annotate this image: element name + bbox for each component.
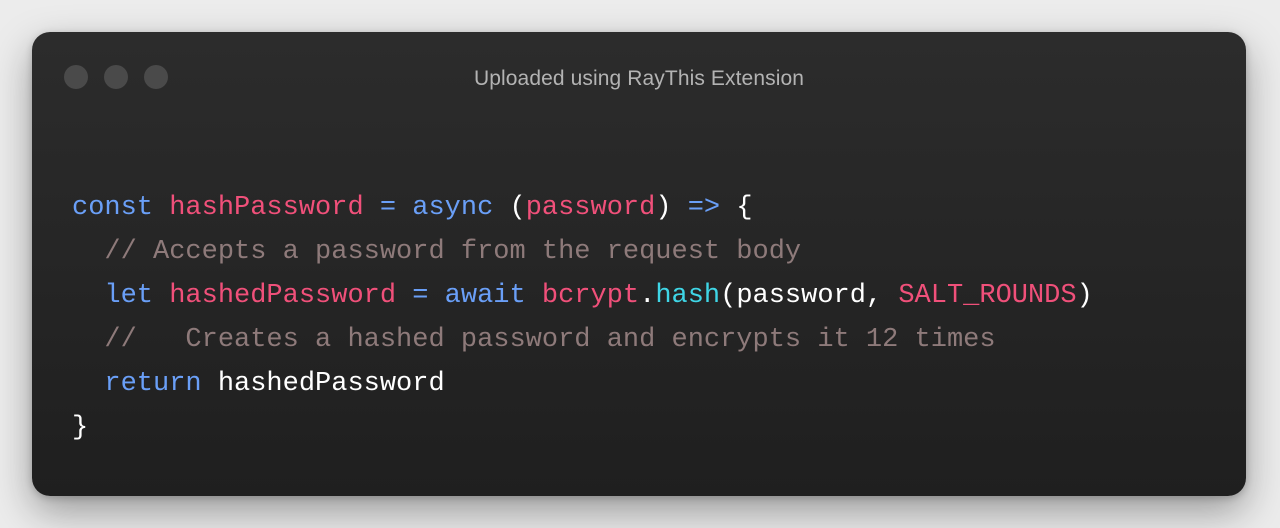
variable-name: hashedPassword (169, 281, 397, 311)
keyword-return: return (104, 369, 202, 399)
call-args: (password, (720, 281, 899, 311)
operator-arrow: => (687, 193, 721, 223)
comment: // Accepts a password from the request b… (104, 237, 802, 267)
code-line-6: } (72, 406, 1093, 450)
method-name: hash (655, 281, 721, 311)
code-line-4: // Creates a hashed password and encrypt… (72, 318, 1093, 362)
keyword-await: await (444, 281, 526, 311)
member-dot: . (639, 281, 656, 311)
operator-assign: = (412, 281, 429, 311)
return-value: hashedPassword (217, 369, 445, 399)
paren-open: ( (509, 193, 526, 223)
brace-close: } (72, 413, 89, 443)
operator-assign: = (379, 193, 397, 223)
call-close: ) (1076, 281, 1093, 311)
object-name: bcrypt (541, 281, 640, 311)
window-title: Uploaded using RayThis Extension (473, 67, 805, 90)
constant-arg: SALT_ROUNDS (898, 281, 1077, 311)
parameter: password (525, 193, 656, 223)
keyword-const: const (72, 193, 154, 223)
comment: // Creates a hashed password and encrypt… (104, 325, 996, 355)
code-window: Uploaded using RayThis Extension const h… (32, 32, 1246, 496)
code-line-3: let hashedPassword = await bcrypt.hash(p… (72, 274, 1093, 318)
code-line-2: // Accepts a password from the request b… (72, 230, 1093, 274)
code-block: const hashPassword = async (password) =>… (72, 186, 1093, 450)
function-name: hashPassword (169, 193, 364, 223)
code-line-5: return hashedPassword (72, 362, 1093, 406)
keyword-let: let (104, 281, 154, 311)
keyword-async: async (412, 193, 494, 223)
paren-close: ) (655, 193, 672, 223)
title-bar: Uploaded using RayThis Extension (32, 32, 1246, 124)
brace-open: { (736, 193, 753, 223)
code-line-1: const hashPassword = async (password) =>… (72, 186, 1093, 230)
